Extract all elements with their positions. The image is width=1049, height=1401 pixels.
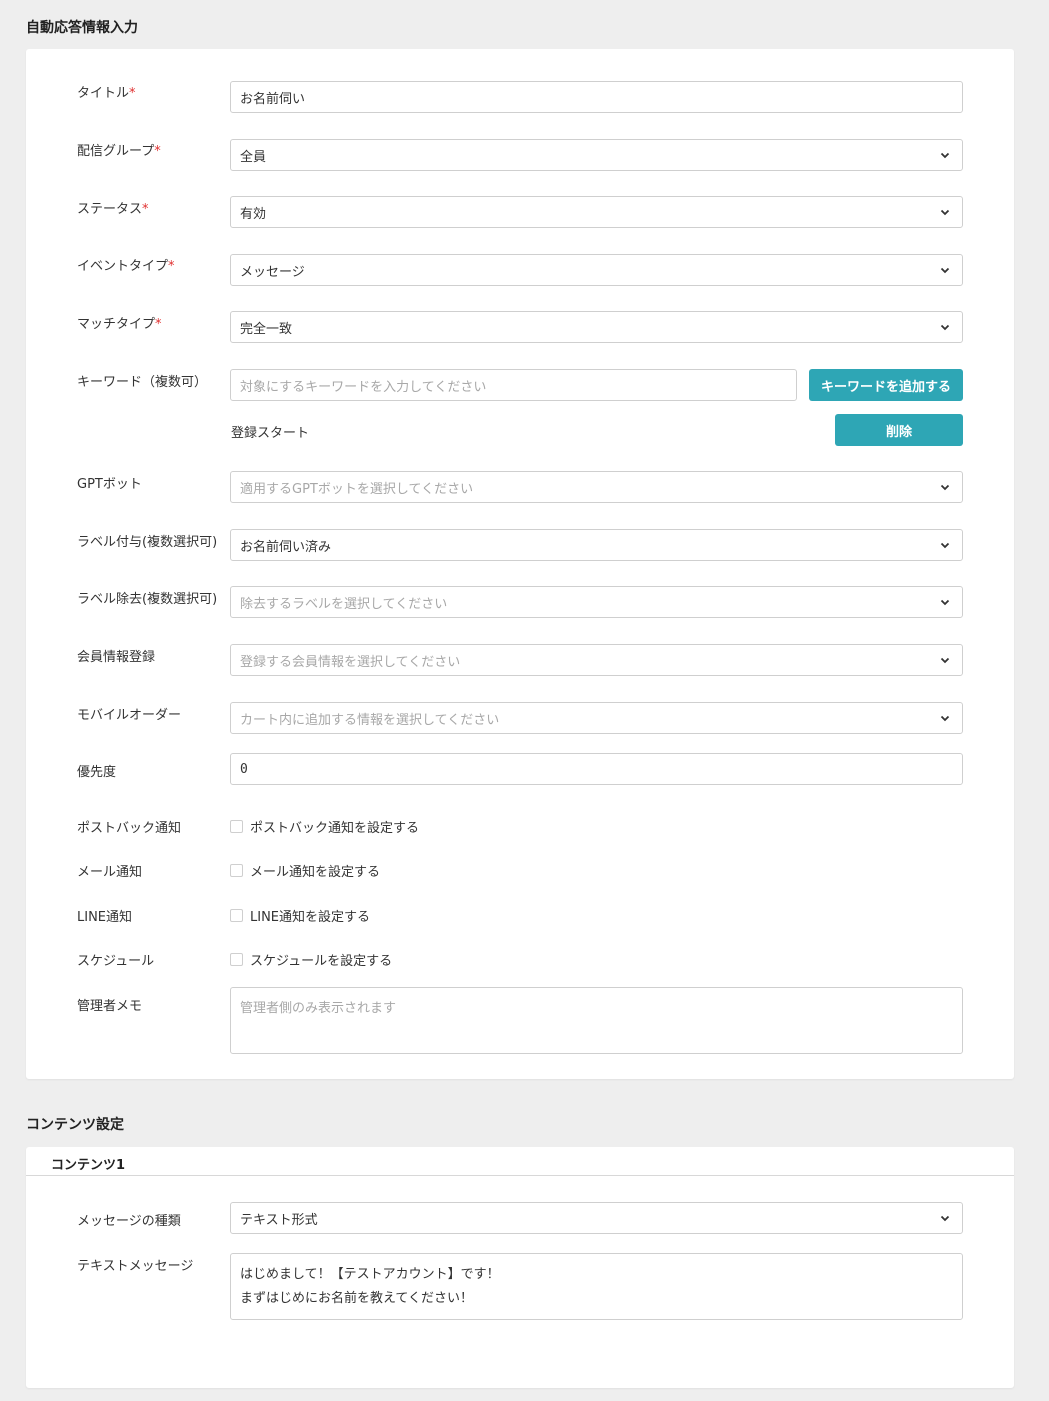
status-label: ステータス* [77, 202, 149, 217]
chevron-down-icon [940, 484, 950, 491]
keyword-input[interactable]: 対象にするキーワードを入力してください [230, 369, 797, 401]
event-label: イベントタイプ* [77, 259, 175, 274]
delete-keyword-button[interactable]: 削除 [835, 414, 963, 446]
priority-label: 優先度 [77, 765, 117, 780]
gpt-bot-select[interactable]: 適用するGPTボットを選択してください [230, 471, 963, 503]
line-label: LINE通知 [77, 910, 133, 925]
postback-checkbox[interactable] [230, 820, 243, 833]
content-tab-header[interactable]: コンテンツ1 [26, 1147, 1014, 1176]
postback-label: ポストバック通知 [77, 821, 182, 836]
add-keyword-button[interactable]: キーワードを追加する [809, 369, 963, 401]
member-info-select[interactable]: 登録する会員情報を選択してください [230, 644, 963, 676]
title-label: タイトル* [77, 86, 136, 101]
line-checkbox-group[interactable]: LINE通知を設定する [230, 906, 370, 925]
message-type-label: メッセージの種類 [77, 1214, 181, 1229]
section-title-auto-reply: 自動応答情報入力 [26, 20, 138, 36]
chevron-down-icon [940, 152, 950, 159]
line-checkbox[interactable] [230, 909, 243, 922]
event-type-select[interactable]: メッセージ [230, 254, 963, 286]
priority-input[interactable]: 0 [230, 753, 963, 785]
section-title-content: コンテンツ設定 [26, 1117, 124, 1133]
status-select[interactable]: 有効 [230, 196, 963, 228]
memo-label: 管理者メモ [77, 999, 143, 1014]
match-type-select[interactable]: 完全一致 [230, 311, 963, 343]
text-message-line-1: はじめまして！【テストアカウント】です！ [240, 1267, 500, 1282]
text-message-line-2: まずはじめにお名前を教えてください！ [240, 1291, 473, 1306]
message-type-select[interactable]: テキスト形式 [230, 1202, 963, 1234]
chevron-down-icon [940, 542, 950, 549]
match-label: マッチタイプ* [77, 317, 162, 332]
chevron-down-icon [940, 715, 950, 722]
label-add-label: ラベル付与(複数選択可) [77, 535, 218, 550]
postback-checkbox-label: ポストバック通知を設定する [250, 821, 420, 836]
mobile-order-label: モバイルオーダー [77, 708, 182, 723]
schedule-checkbox[interactable] [230, 953, 243, 966]
auto-reply-form-card: タイトル* お名前伺い 配信グループ* 全員 ステータス* 有効 イベントタイプ… [26, 49, 1014, 1079]
content-card: コンテンツ1 メッセージの種類 テキスト形式 テキストメッセージ はじめまして！… [26, 1147, 1014, 1388]
postback-checkbox-group[interactable]: ポストバック通知を設定する [230, 817, 419, 836]
chevron-down-icon [940, 209, 950, 216]
content-tab-label: コンテンツ1 [51, 1158, 126, 1173]
chevron-down-icon [940, 657, 950, 664]
mail-checkbox-group[interactable]: メール通知を設定する [230, 861, 380, 880]
label-remove-select[interactable]: 除去するラベルを選択してください [230, 586, 963, 618]
chevron-down-icon [940, 599, 950, 606]
mail-checkbox-label: メール通知を設定する [250, 865, 381, 880]
label-add-select[interactable]: お名前伺い済み [230, 529, 963, 561]
gpt-label: GPTボット [77, 477, 142, 492]
memo-textarea[interactable]: 管理者側のみ表示されます [230, 987, 963, 1054]
group-label: 配信グループ* [77, 144, 161, 159]
mobile-order-select[interactable]: カート内に追加する情報を選択してください [230, 702, 963, 734]
schedule-label: スケジュール [77, 954, 155, 969]
group-select[interactable]: 全員 [230, 139, 963, 171]
schedule-checkbox-label: スケジュールを設定する [250, 954, 393, 969]
line-checkbox-label: LINE通知を設定する [250, 910, 371, 925]
keyword-label: キーワード（複数可） [77, 375, 208, 390]
mail-label: メール通知 [77, 865, 143, 880]
chevron-down-icon [940, 1215, 950, 1222]
mail-checkbox[interactable] [230, 864, 243, 877]
text-message-label: テキストメッセージ [77, 1259, 194, 1274]
label-remove-label: ラベル除去(複数選択可) [77, 592, 218, 607]
title-input[interactable]: お名前伺い [230, 81, 963, 113]
chevron-down-icon [940, 324, 950, 331]
keyword-item: 登録スタート [231, 426, 310, 441]
schedule-checkbox-group[interactable]: スケジュールを設定する [230, 950, 392, 969]
member-label: 会員情報登録 [77, 650, 156, 665]
text-message-textarea[interactable]: はじめまして！【テストアカウント】です！ まずはじめにお名前を教えてください！ [230, 1253, 963, 1320]
chevron-down-icon [940, 267, 950, 274]
